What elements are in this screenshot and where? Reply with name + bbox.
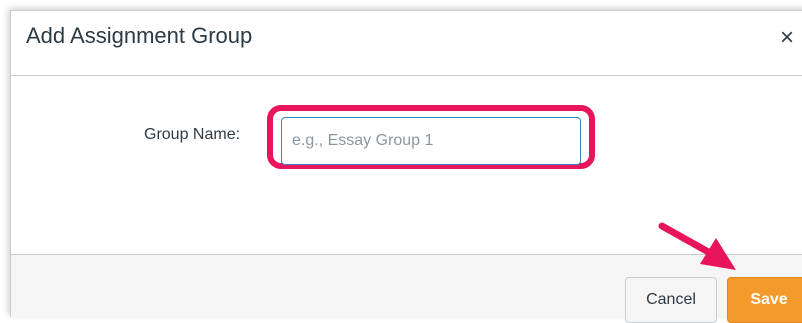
add-assignment-group-dialog: Add Assignment Group × Group Name: Cance… [10,10,802,323]
dialog-body: Group Name: [11,76,802,264]
dialog-footer: Cancel Save [11,254,802,323]
dialog-title: Add Assignment Group [26,23,253,48]
cancel-button[interactable]: Cancel [625,277,717,323]
group-name-input[interactable] [281,117,581,165]
close-icon[interactable]: × [775,23,799,53]
dialog-header: Add Assignment Group × [11,11,802,76]
save-button[interactable]: Save [727,277,802,323]
group-name-label: Group Name: [144,126,241,143]
